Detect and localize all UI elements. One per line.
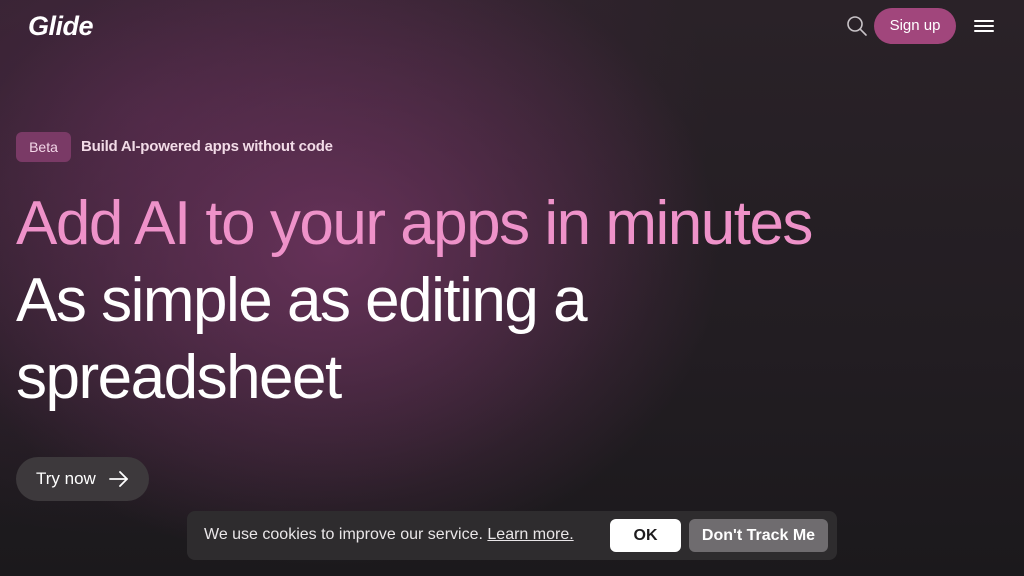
hero-tagline: Build AI-powered apps without code [81, 138, 333, 155]
headline-accent: Add AI to your apps in minutes [16, 189, 813, 258]
cookie-ok-button[interactable]: OK [610, 519, 681, 552]
try-now-label: Try now [36, 469, 96, 488]
sign-up-button[interactable]: Sign up [874, 8, 956, 44]
cookie-message-row: We use cookies to improve our service. L… [204, 525, 574, 545]
arrow-right-icon [109, 471, 128, 487]
cookie-message: We use cookies to improve our service. [204, 526, 483, 543]
try-now-button[interactable]: Try now [16, 457, 149, 501]
headline-main: As simple as editing a spreadsheet [16, 266, 588, 412]
cookie-banner: We use cookies to improve our service. L… [187, 511, 837, 560]
dont-track-me-button[interactable]: Don't Track Me [689, 519, 828, 552]
search-icon[interactable] [846, 15, 868, 37]
hamburger-menu-icon[interactable] [973, 17, 995, 35]
glide-logo[interactable]: Glide [28, 8, 94, 44]
learn-more-link[interactable]: Learn more. [487, 526, 573, 543]
beta-badge: Beta [16, 132, 71, 162]
